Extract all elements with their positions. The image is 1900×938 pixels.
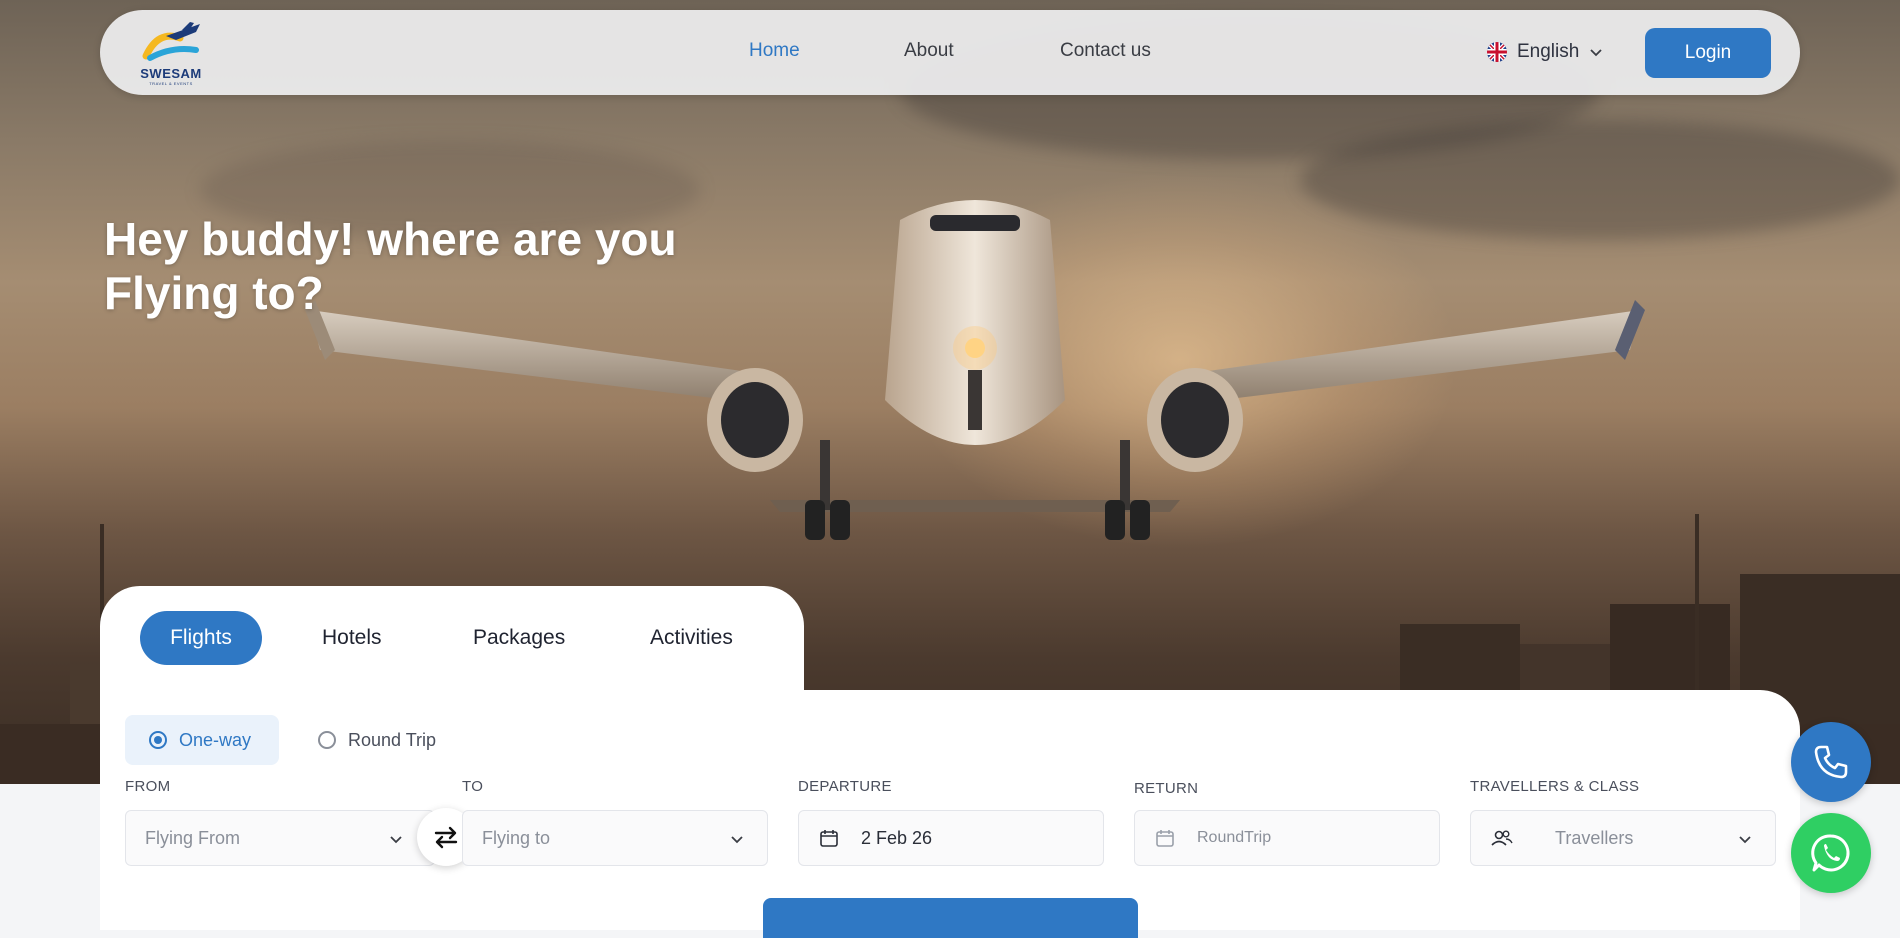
nav-about-link[interactable]: About	[904, 40, 954, 62]
brand-logo[interactable]: SWESAM TRAVEL & EVENTS	[136, 20, 206, 86]
radio-selected-icon	[149, 731, 167, 749]
tab-packages[interactable]: Packages	[473, 611, 565, 665]
travellers-field[interactable]: Travellers	[1470, 810, 1776, 866]
departure-field[interactable]: 2 Feb 26	[798, 810, 1104, 866]
brand-tagline: TRAVEL & EVENTS	[149, 81, 193, 86]
departure-label: DEPARTURE	[798, 778, 892, 795]
tab-activities[interactable]: Activities	[650, 611, 733, 665]
from-field[interactable]: Flying From	[125, 810, 435, 866]
tab-flights[interactable]: Flights	[140, 611, 262, 665]
trip-one-way-option[interactable]: One-way	[125, 715, 279, 765]
nav-home-link[interactable]: Home	[749, 40, 800, 62]
flag-uk-icon	[1487, 42, 1507, 62]
language-selector[interactable]: English	[1487, 38, 1603, 66]
radio-unselected-icon	[318, 731, 336, 749]
whatsapp-icon	[1811, 834, 1850, 872]
phone-icon	[1814, 745, 1848, 779]
chevron-down-icon	[1739, 836, 1751, 844]
chevron-down-icon	[731, 836, 743, 844]
language-label: English	[1517, 41, 1580, 62]
login-button[interactable]: Login	[1645, 28, 1771, 78]
top-navbar: SWESAM TRAVEL & EVENTS Home About Contac…	[100, 10, 1800, 95]
hero-headline: Hey buddy! where are you Flying to?	[104, 212, 724, 320]
chevron-down-icon	[390, 836, 402, 844]
trip-round-trip-label: Round Trip	[348, 729, 437, 750]
travellers-label: TRAVELLERS & CLASS	[1470, 778, 1640, 795]
trip-one-way-label: One-way	[179, 729, 252, 750]
departure-value: 2 Feb 26	[861, 827, 933, 848]
call-button[interactable]	[1791, 722, 1871, 802]
chevron-down-icon	[1590, 49, 1602, 57]
to-field[interactable]: Flying to	[462, 810, 768, 866]
to-placeholder: Flying to	[482, 827, 551, 848]
search-flights-button[interactable]	[763, 898, 1138, 938]
from-label: FROM	[125, 778, 171, 795]
from-placeholder: Flying From	[145, 827, 241, 848]
brand-name: SWESAM	[140, 66, 202, 81]
plane-logo-icon	[142, 22, 200, 61]
travellers-placeholder: Travellers	[1555, 827, 1634, 848]
hero-line-2: Flying to?	[104, 267, 324, 319]
calendar-icon	[1156, 830, 1174, 847]
return-field[interactable]: RoundTrip	[1134, 810, 1440, 866]
nav-contact-link[interactable]: Contact us	[1060, 40, 1151, 62]
trip-round-trip-option[interactable]: Round Trip	[318, 715, 436, 765]
tab-hotels[interactable]: Hotels	[322, 611, 382, 665]
to-label: TO	[462, 778, 484, 795]
return-label: RETURN	[1134, 780, 1199, 797]
hero-line-1: Hey buddy! where are you	[104, 213, 677, 265]
swap-icon	[434, 826, 458, 849]
users-icon	[1491, 830, 1513, 846]
whatsapp-button[interactable]	[1791, 813, 1871, 893]
return-placeholder: RoundTrip	[1197, 829, 1272, 846]
calendar-icon	[820, 830, 838, 847]
